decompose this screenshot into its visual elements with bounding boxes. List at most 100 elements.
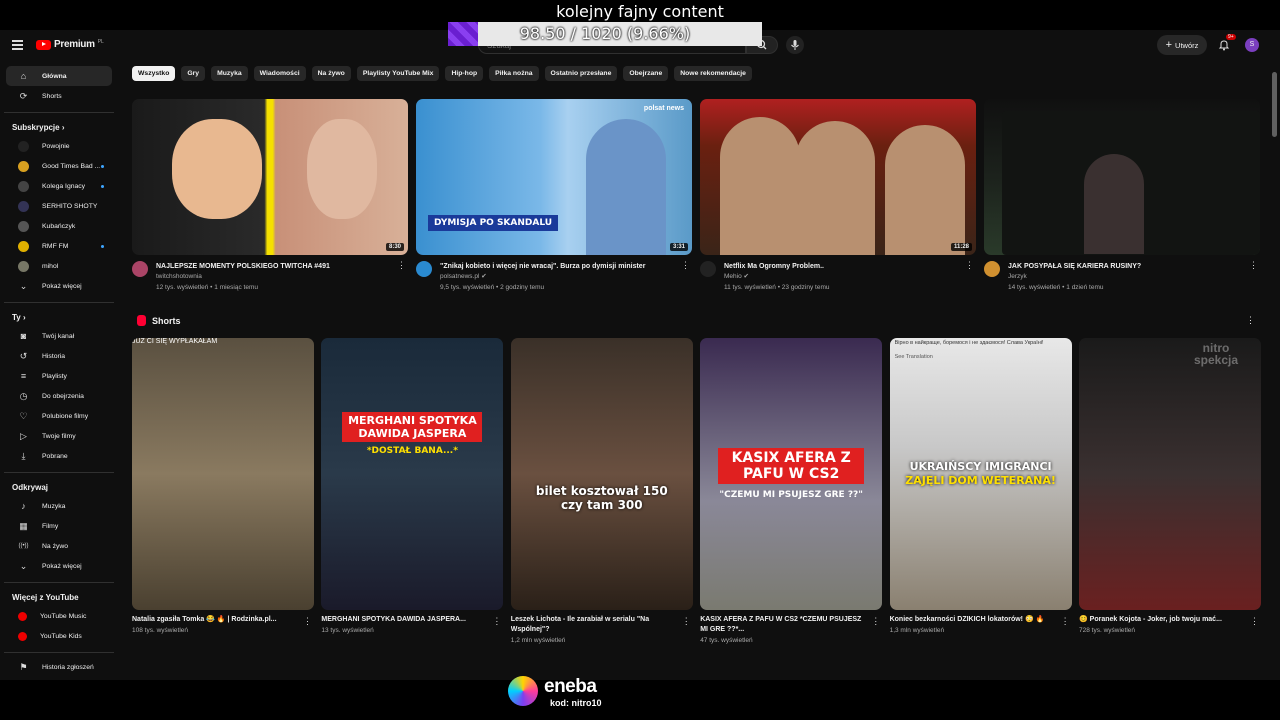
video-thumbnail[interactable]: DYMISJA PO SKANDALU polsat news 3:31 xyxy=(416,99,692,255)
channel-name[interactable]: Mehio ✔ xyxy=(724,271,962,282)
short-translate-link[interactable]: See Translation xyxy=(895,354,933,360)
channel-name[interactable]: Jerzyk xyxy=(1008,271,1246,282)
video-thumbnail[interactable]: 11:28 xyxy=(700,99,976,255)
channel-avatar[interactable] xyxy=(132,261,148,277)
short-card[interactable]: MERGHANI SPOTYKA DAWIDA JASPERA *DOSTAŁ B… xyxy=(321,338,504,634)
sidebar-item-subscription[interactable]: SERHITO SHOTY xyxy=(6,196,112,216)
video-title[interactable]: JAK POSYPAŁA SIĘ KARIERA RUSINY? xyxy=(1008,262,1246,271)
sidebar-item-my-videos[interactable]: ▷ Twoje filmy xyxy=(6,426,112,446)
chip-filter[interactable]: Wszystko xyxy=(132,66,176,81)
video-thumbnail[interactable] xyxy=(984,99,1260,255)
short-thumbnail[interactable]: JUŻ CI SIĘ WYPŁAKAŁAM xyxy=(132,338,314,610)
sidebar-item-music[interactable]: ♪ Muzyka xyxy=(6,496,112,516)
history-icon: ↺ xyxy=(19,350,28,361)
sidebar-item-subscription[interactable]: mihol xyxy=(6,256,112,276)
more-options-icon[interactable]: ⋮ xyxy=(397,261,406,270)
create-button[interactable]: + Utwórz xyxy=(1157,35,1207,55)
sidebar-item-subscription[interactable]: Powojnie xyxy=(6,136,112,156)
subscriptions-show-more[interactable]: ⌄ Pokaż więcej xyxy=(6,276,112,296)
video-title[interactable]: NAJLEPSZE MOMENTY POLSKIEGO TWITCHA #491 xyxy=(156,262,394,271)
short-thumbnail[interactable]: bilet kosztował 150 czy tam 300 xyxy=(510,338,693,610)
sidebar-item-watch-later[interactable]: ◷ Do obejrzenia xyxy=(6,386,112,406)
voice-search-button[interactable] xyxy=(786,36,804,54)
sidebar-item-download[interactable]: ⤓ Pobrane xyxy=(6,446,112,466)
video-meta: JAK POSYPAŁA SIĘ KARIERA RUSINY? Jerzyk 14… xyxy=(984,255,1260,295)
short-card[interactable]: bilet kosztował 150 czy tam 300 Leszek Li… xyxy=(510,338,693,644)
short-thumbnail[interactable]: MERGHANI SPOTYKA DAWIDA JASPERA *DOSTAŁ B… xyxy=(321,338,504,610)
more-options-icon[interactable]: ⋮ xyxy=(1249,261,1258,270)
short-thumbnail[interactable]: KASIX AFERA Z PAFU W CS2 "CZEMU MI PSUJES… xyxy=(700,338,883,610)
youtube-logo[interactable]: Premium PL xyxy=(36,39,104,50)
channel-name[interactable]: polsatnews.pl ✔ xyxy=(440,271,678,282)
shorts-more-options-icon[interactable]: ⋮ xyxy=(1246,315,1255,326)
stream-title: kolejny fajny content xyxy=(556,2,724,21)
page-scrollbar[interactable] xyxy=(1272,72,1277,137)
more-options-icon[interactable]: ⋮ xyxy=(1061,616,1070,627)
more-options-icon[interactable]: ⋮ xyxy=(965,261,974,270)
sidebar-item-report-history[interactable]: ⚑ Historia zgłoszeń xyxy=(6,657,112,677)
video-card[interactable]: DYMISJA PO SKANDALU polsat news 3:31 "Znika… xyxy=(416,99,692,295)
video-title[interactable]: "Znikaj kobieto i więcej nie wracaj". Bu… xyxy=(440,262,678,271)
short-card[interactable]: Вірно в найкраще, боремося і не здаємося… xyxy=(889,338,1072,634)
sidebar-item-subscription[interactable]: Kubańczyk xyxy=(6,216,112,236)
short-card[interactable]: nitro spekcja 😊 Poranek Kojota - Joker, j… xyxy=(1079,338,1261,634)
sidebar-item-film[interactable]: ▦ Filmy xyxy=(6,516,112,536)
sidebar-item-subscription[interactable]: Good Times Bad ... xyxy=(6,156,112,176)
more-options-icon[interactable]: ⋮ xyxy=(1250,616,1259,627)
channel-name[interactable]: twitchshotownia xyxy=(156,271,394,282)
sidebar-item-shorts[interactable]: ⟳ Shorts xyxy=(6,86,112,106)
short-title[interactable]: Leszek Lichota - Ile zarabiał w serialu … xyxy=(511,615,693,635)
sidebar-item-subscription[interactable]: Kolega Ignacy xyxy=(6,176,112,196)
channel-avatar[interactable] xyxy=(700,261,716,277)
more-options-icon[interactable]: ⋮ xyxy=(303,616,312,627)
sidebar-item-live[interactable]: ((•)) Na żywo xyxy=(6,536,112,556)
short-thumbnail[interactable]: nitro spekcja xyxy=(1079,338,1261,610)
chip-filter[interactable]: Hip-hop xyxy=(445,66,484,81)
sidebar-item-history[interactable]: ↺ Historia xyxy=(6,346,112,366)
sidebar-item-chevron-down[interactable]: ⌄ Pokaż więcej xyxy=(6,556,112,576)
sidebar-item-like[interactable]: ♡ Polubione filmy xyxy=(6,406,112,426)
subscriptions-heading[interactable]: Subskrypcje › xyxy=(0,113,118,136)
sidebar-item-label: Shorts xyxy=(42,92,62,100)
live-icon: ((•)) xyxy=(18,543,29,549)
chip-filter[interactable]: Piłka nożna xyxy=(489,66,539,81)
account-avatar[interactable]: S xyxy=(1245,38,1259,52)
sidebar-item-home[interactable]: ⌂ Główna xyxy=(6,66,112,86)
channel-avatar[interactable] xyxy=(984,261,1000,277)
chip-filter[interactable]: Nowe rekomendacje xyxy=(674,66,752,81)
video-card[interactable]: JAK POSYPAŁA SIĘ KARIERA RUSINY? Jerzyk 14… xyxy=(984,99,1260,295)
channel-avatar[interactable] xyxy=(416,261,432,277)
short-title[interactable]: Koniec bezkarności DZIKICH lokatorów! 😳 … xyxy=(890,615,1072,625)
notifications-icon[interactable] xyxy=(1218,39,1230,51)
sidebar-item-user[interactable]: ◙ Twój kanał xyxy=(6,326,112,346)
chip-filter[interactable]: Muzyka xyxy=(211,66,248,81)
short-title[interactable]: MERGHANI SPOTYKA DAWIDA JASPERA... xyxy=(321,615,503,625)
chip-filter[interactable]: Wiadomości xyxy=(253,66,306,81)
more-options-icon[interactable]: ⋮ xyxy=(492,616,501,627)
chip-filter[interactable]: Ostatnio przesłane xyxy=(544,66,618,81)
short-title[interactable]: KASIX AFERA Z PAFU W CS2 *CZEMU PSUJESZ … xyxy=(700,615,882,635)
sidebar-item-subscription[interactable]: RMF FM xyxy=(6,236,112,256)
video-thumbnail[interactable]: 8:30 xyxy=(132,99,408,255)
short-title[interactable]: 😊 Poranek Kojota - Joker, job twoju mać.… xyxy=(1079,615,1261,625)
short-card[interactable]: KASIX AFERA Z PAFU W CS2 "CZEMU MI PSUJES… xyxy=(700,338,883,644)
chip-filter[interactable]: Na żywo xyxy=(311,66,351,81)
short-thumbnail[interactable]: Вірно в найкраще, боремося і не здаємося… xyxy=(889,338,1072,610)
sidebar-item-playlist[interactable]: ≡ Playlisty xyxy=(6,366,112,386)
you-heading[interactable]: Ty › xyxy=(0,303,118,326)
more-options-icon[interactable]: ⋮ xyxy=(871,616,880,627)
chip-filter[interactable]: Gry xyxy=(181,66,206,81)
chevron-down-icon: ⌄ xyxy=(19,280,28,291)
menu-icon[interactable] xyxy=(12,40,23,50)
video-card[interactable]: 8:30 NAJLEPSZE MOMENTY POLSKIEGO TWITCHA … xyxy=(132,99,408,295)
short-card[interactable]: JUŻ CI SIĘ WYPŁAKAŁAM Natalia zgasiła Tom… xyxy=(132,338,314,634)
more-options-icon[interactable]: ⋮ xyxy=(681,261,690,270)
short-title[interactable]: Natalia zgasiła Tomka 😂 🔥 | Rodzinka.pl.… xyxy=(132,615,314,625)
sidebar-item-youtube-kids[interactable]: YouTube Kids xyxy=(6,626,112,646)
chip-filter[interactable]: Playlisty YouTube Mix xyxy=(356,66,440,81)
video-title[interactable]: Netflix Ma Ogromny Problem.. xyxy=(724,262,962,271)
sidebar-item-youtube-music[interactable]: YouTube Music xyxy=(6,606,112,626)
more-options-icon[interactable]: ⋮ xyxy=(682,616,691,627)
video-card[interactable]: 11:28 Netflix Ma Ogromny Problem.. Mehio ✔… xyxy=(700,99,976,295)
chip-filter[interactable]: Obejrzane xyxy=(623,66,669,81)
